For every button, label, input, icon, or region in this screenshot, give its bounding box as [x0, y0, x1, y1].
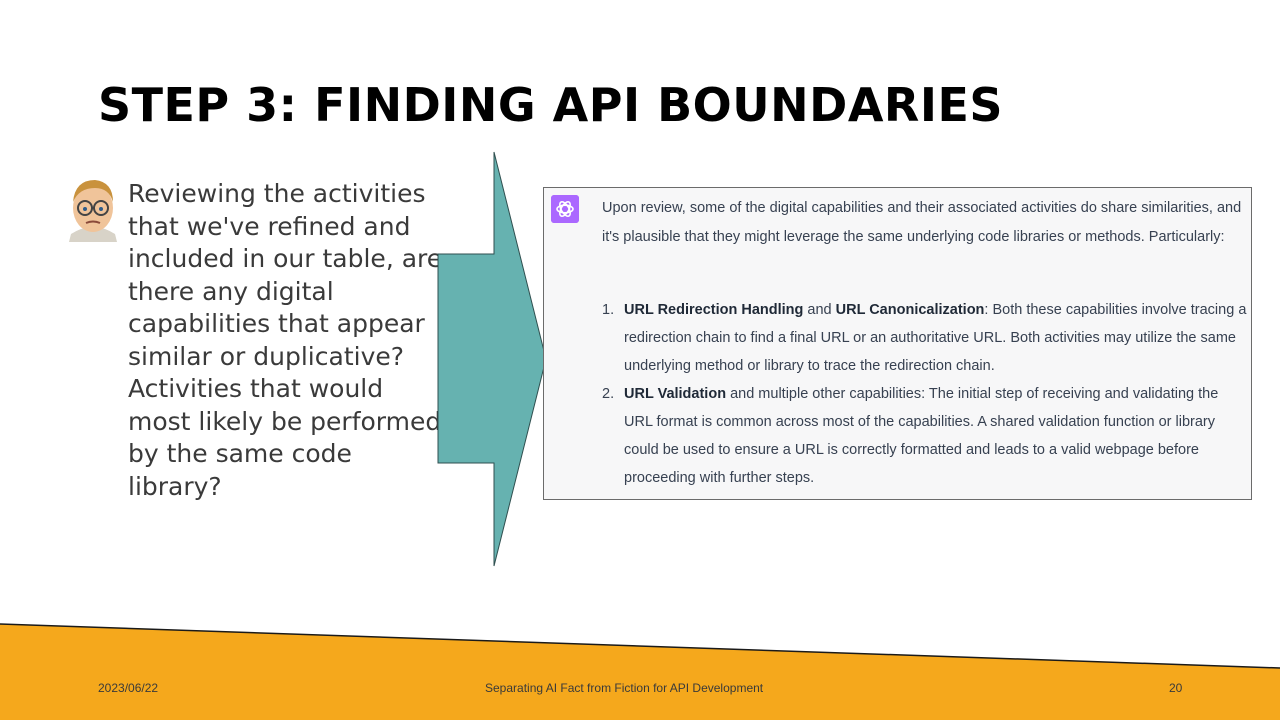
item-joiner: and — [803, 302, 836, 318]
ai-response-panel: Upon review, some of the digital capabil… — [543, 187, 1252, 500]
item-term: URL Validation — [624, 386, 727, 402]
user-avatar-icon — [69, 180, 117, 242]
page-number: 20 — [1169, 681, 1183, 695]
prompt-question: Reviewing the activities that we've refi… — [128, 179, 443, 501]
right-arrow-icon — [437, 151, 547, 567]
item-term: URL Redirection Handling — [624, 302, 804, 318]
response-intro: Upon review, some of the digital capabil… — [602, 200, 1242, 245]
ai-assistant-logo-icon — [551, 195, 579, 223]
list-number: 2. — [602, 386, 615, 402]
response-list: 1. URL Redirection Handling and URL Cano… — [602, 296, 1248, 492]
footer-date: 2023/06/22 — [98, 681, 159, 695]
list-item: 1. URL Redirection Handling and URL Cano… — [602, 296, 1248, 380]
item-term-secondary: URL Canonicalization — [835, 302, 985, 318]
list-number: 1. — [602, 302, 615, 318]
slide-title: STEP 3: FINDING API BOUNDARIES — [98, 78, 1004, 132]
list-item: 2. URL Validation and multiple other cap… — [602, 380, 1248, 492]
footer-title: Separating AI Fact from Fiction for API … — [485, 681, 764, 695]
footer-band — [0, 623, 1280, 720]
